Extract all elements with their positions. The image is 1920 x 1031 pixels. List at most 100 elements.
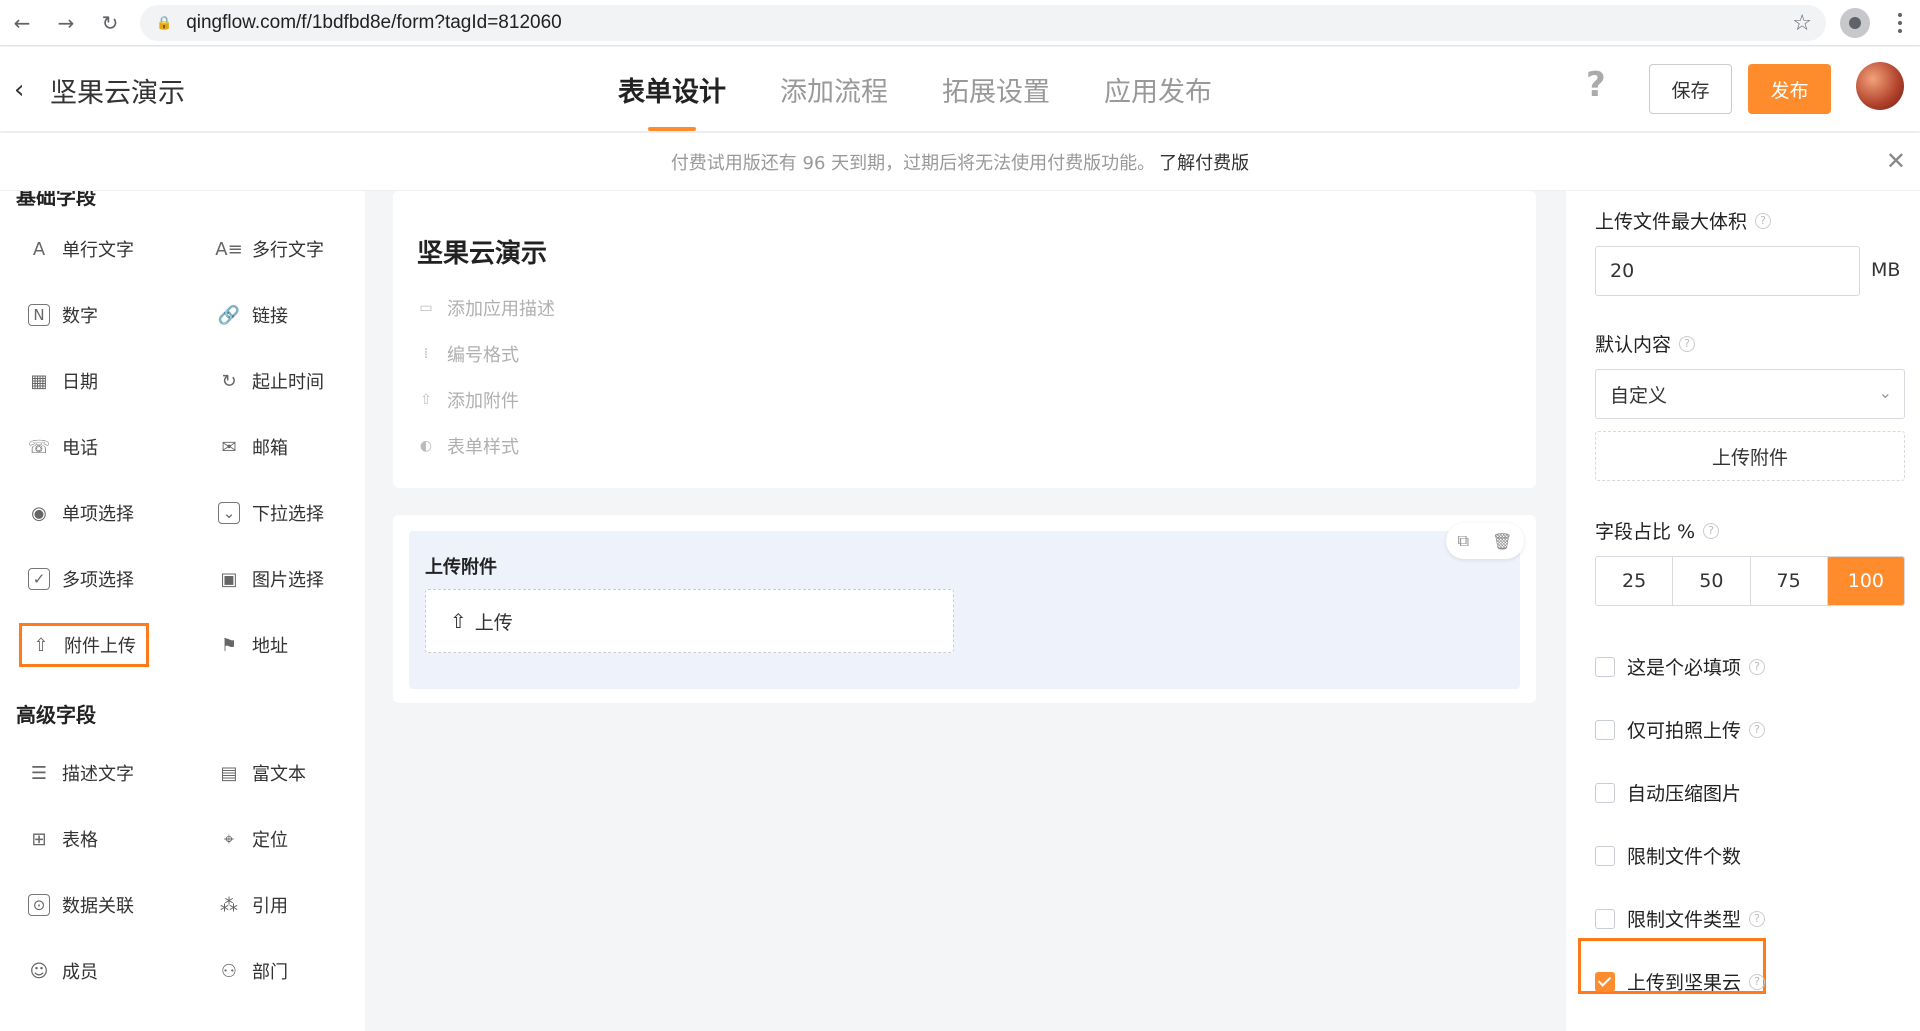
field-attachment-upload[interactable]: ⇧ 附件上传 xyxy=(19,623,149,667)
field-address[interactable]: ⚑ 地址 xyxy=(218,627,288,663)
field-label: 单项选择 xyxy=(62,504,134,525)
question-icon[interactable]: ? xyxy=(1703,522,1720,539)
field-number[interactable]: N 数字 xyxy=(28,297,98,333)
field-label: 描述文字 xyxy=(62,764,134,785)
field-phone[interactable]: ☏ 电话 xyxy=(28,429,98,465)
ratio-option-25[interactable]: 25 xyxy=(1596,557,1674,605)
field-dropdown[interactable]: ⌄ 下拉选择 xyxy=(218,495,324,531)
upload-attachment-button[interactable]: 上传附件 xyxy=(1595,431,1905,481)
field-rich-text[interactable]: ▤ 富文本 xyxy=(218,755,306,791)
comment-icon: ▭ xyxy=(419,300,433,316)
select-value: 自定义 xyxy=(1610,384,1668,407)
field-single-choice[interactable]: ◉ 单项选择 xyxy=(28,495,134,531)
description-icon: ☰ xyxy=(30,762,48,784)
add-attachment-link[interactable]: ⇧ 添加附件 xyxy=(417,387,519,413)
tab-add-flow[interactable]: 添加流程 xyxy=(780,47,888,131)
field-member[interactable]: ☺ 成员 xyxy=(28,953,98,989)
field-email[interactable]: ✉ 邮箱 xyxy=(218,429,288,465)
max-size-input[interactable]: 20 xyxy=(1595,246,1860,296)
field-description-text[interactable]: ☰ 描述文字 xyxy=(28,755,134,791)
limit-file-count-checkbox-row[interactable]: 限制文件个数 xyxy=(1595,842,1741,869)
max-size-label: 上传文件最大体积? xyxy=(1595,207,1772,234)
forward-arrow-icon[interactable]: → xyxy=(44,0,88,46)
ratio-segmented-control: 25 50 75 100 xyxy=(1595,556,1905,606)
save-button[interactable]: 保存 xyxy=(1649,64,1732,114)
field-date-range[interactable]: ↻ 起止时间 xyxy=(218,363,324,399)
close-icon[interactable]: ✕ xyxy=(1886,147,1906,175)
trash-icon[interactable]: 🗑 xyxy=(1492,532,1512,551)
number-format-icon: ⁞ xyxy=(423,346,429,362)
help-icon[interactable]: ? xyxy=(1586,65,1606,105)
question-icon[interactable]: ? xyxy=(1749,721,1766,738)
tab-extension-settings[interactable]: 拓展设置 xyxy=(942,47,1050,131)
field-table[interactable]: ⊞ 表格 xyxy=(28,821,98,857)
publish-button[interactable]: 发布 xyxy=(1748,64,1831,114)
field-label: 多行文字 xyxy=(252,240,324,261)
field-single-line-text[interactable]: A 单行文字 xyxy=(28,231,134,267)
field-link[interactable]: 🔗 链接 xyxy=(218,297,288,333)
back-arrow-icon[interactable]: ← xyxy=(0,0,44,46)
profile-icon[interactable] xyxy=(1840,8,1870,38)
rich-text-icon: ▤ xyxy=(220,762,238,784)
required-checkbox[interactable] xyxy=(1595,656,1615,677)
upload-to-jianguoyun-checkbox-row[interactable]: 上传到坚果云? xyxy=(1595,968,1766,995)
camera-only-checkbox-row[interactable]: 仅可拍照上传? xyxy=(1595,716,1766,743)
field-reference[interactable]: ⁂ 引用 xyxy=(218,887,288,923)
add-description-link[interactable]: ▭ 添加应用描述 xyxy=(417,295,555,321)
required-checkbox-row[interactable]: 这是个必填项? xyxy=(1595,653,1766,680)
checkbox-label: 限制文件个数 xyxy=(1627,846,1742,868)
ratio-option-75[interactable]: 75 xyxy=(1751,557,1828,605)
limit-file-count-checkbox[interactable] xyxy=(1595,845,1615,866)
selected-field-area[interactable]: 上传附件 ⇧ 上传 ⧉ 🗑 xyxy=(409,523,1524,689)
question-icon[interactable]: ? xyxy=(1679,335,1696,352)
checkbox-label: 限制文件类型 xyxy=(1627,909,1742,931)
label-text: 字段占比 % xyxy=(1595,521,1696,543)
attachment-field-card[interactable]: 上传附件 ⇧ 上传 ⧉ 🗑 xyxy=(393,515,1536,703)
upload-text: 上传 xyxy=(474,611,513,634)
field-department[interactable]: ⚇ 部门 xyxy=(218,953,288,989)
field-location[interactable]: ⌖ 定位 xyxy=(218,821,288,857)
camera-only-checkbox[interactable] xyxy=(1595,719,1615,740)
field-date[interactable]: ▦ 日期 xyxy=(28,363,98,399)
number-format-link[interactable]: ⁞ 编号格式 xyxy=(417,341,519,367)
upload-icon: ⇧ xyxy=(420,392,432,408)
reload-icon[interactable]: ↻ xyxy=(88,0,132,46)
compress-image-checkbox[interactable] xyxy=(1595,782,1615,803)
ratio-option-50[interactable]: 50 xyxy=(1673,557,1751,605)
field-label: 链接 xyxy=(252,306,288,327)
question-icon[interactable]: ? xyxy=(1749,658,1766,675)
label-text: 默认内容 xyxy=(1595,334,1672,356)
question-icon[interactable]: ? xyxy=(1755,212,1772,229)
compress-image-checkbox-row[interactable]: 自动压缩图片 xyxy=(1595,779,1741,806)
meta-label: 添加应用描述 xyxy=(447,299,555,320)
url-text: qingflow.com/f/1bdfbd8e/form?tagId=81206… xyxy=(186,12,562,33)
field-label: 富文本 xyxy=(252,764,306,785)
ratio-option-100[interactable]: 100 xyxy=(1827,557,1904,605)
avatar[interactable] xyxy=(1856,62,1904,110)
image-icon: ▣ xyxy=(220,568,238,590)
star-icon[interactable]: ☆ xyxy=(1792,11,1812,36)
phone-icon: ☏ xyxy=(27,436,51,458)
notice-link[interactable]: 了解付费版 xyxy=(1159,149,1249,175)
back-chevron-icon[interactable]: ‹ xyxy=(14,75,24,105)
tab-form-design[interactable]: 表单设计 xyxy=(618,47,726,131)
limit-file-type-checkbox[interactable] xyxy=(1595,908,1615,929)
form-style-link[interactable]: ◐ 表单样式 xyxy=(417,433,519,459)
question-icon[interactable]: ? xyxy=(1749,910,1766,927)
address-bar[interactable]: 🔒 qingflow.com/f/1bdfbd8e/form?tagId=812… xyxy=(140,5,1826,41)
form-title[interactable]: 坚果云演示 xyxy=(417,233,547,270)
field-image-choice[interactable]: ▣ 图片选择 xyxy=(218,561,324,597)
limit-file-type-checkbox-row[interactable]: 限制文件类型? xyxy=(1595,905,1766,932)
kebab-menu-icon[interactable] xyxy=(1890,10,1910,36)
tab-app-publish[interactable]: 应用发布 xyxy=(1104,47,1212,131)
field-data-relation[interactable]: ⊙ 数据关联 xyxy=(28,887,134,923)
copy-icon[interactable]: ⧉ xyxy=(1458,531,1469,551)
field-label: 邮箱 xyxy=(252,438,288,459)
upload-to-jianguoyun-checkbox[interactable] xyxy=(1595,971,1615,992)
upload-dropzone[interactable]: ⇧ 上传 xyxy=(425,589,954,653)
field-multi-line-text[interactable]: A≡ 多行文字 xyxy=(215,231,324,267)
default-content-select[interactable]: 自定义 ⌄ xyxy=(1595,369,1905,419)
ratio-label: 字段占比 %? xyxy=(1595,517,1720,544)
field-multi-choice[interactable]: ✓ 多项选择 xyxy=(28,561,134,597)
question-icon[interactable]: ? xyxy=(1749,973,1766,990)
